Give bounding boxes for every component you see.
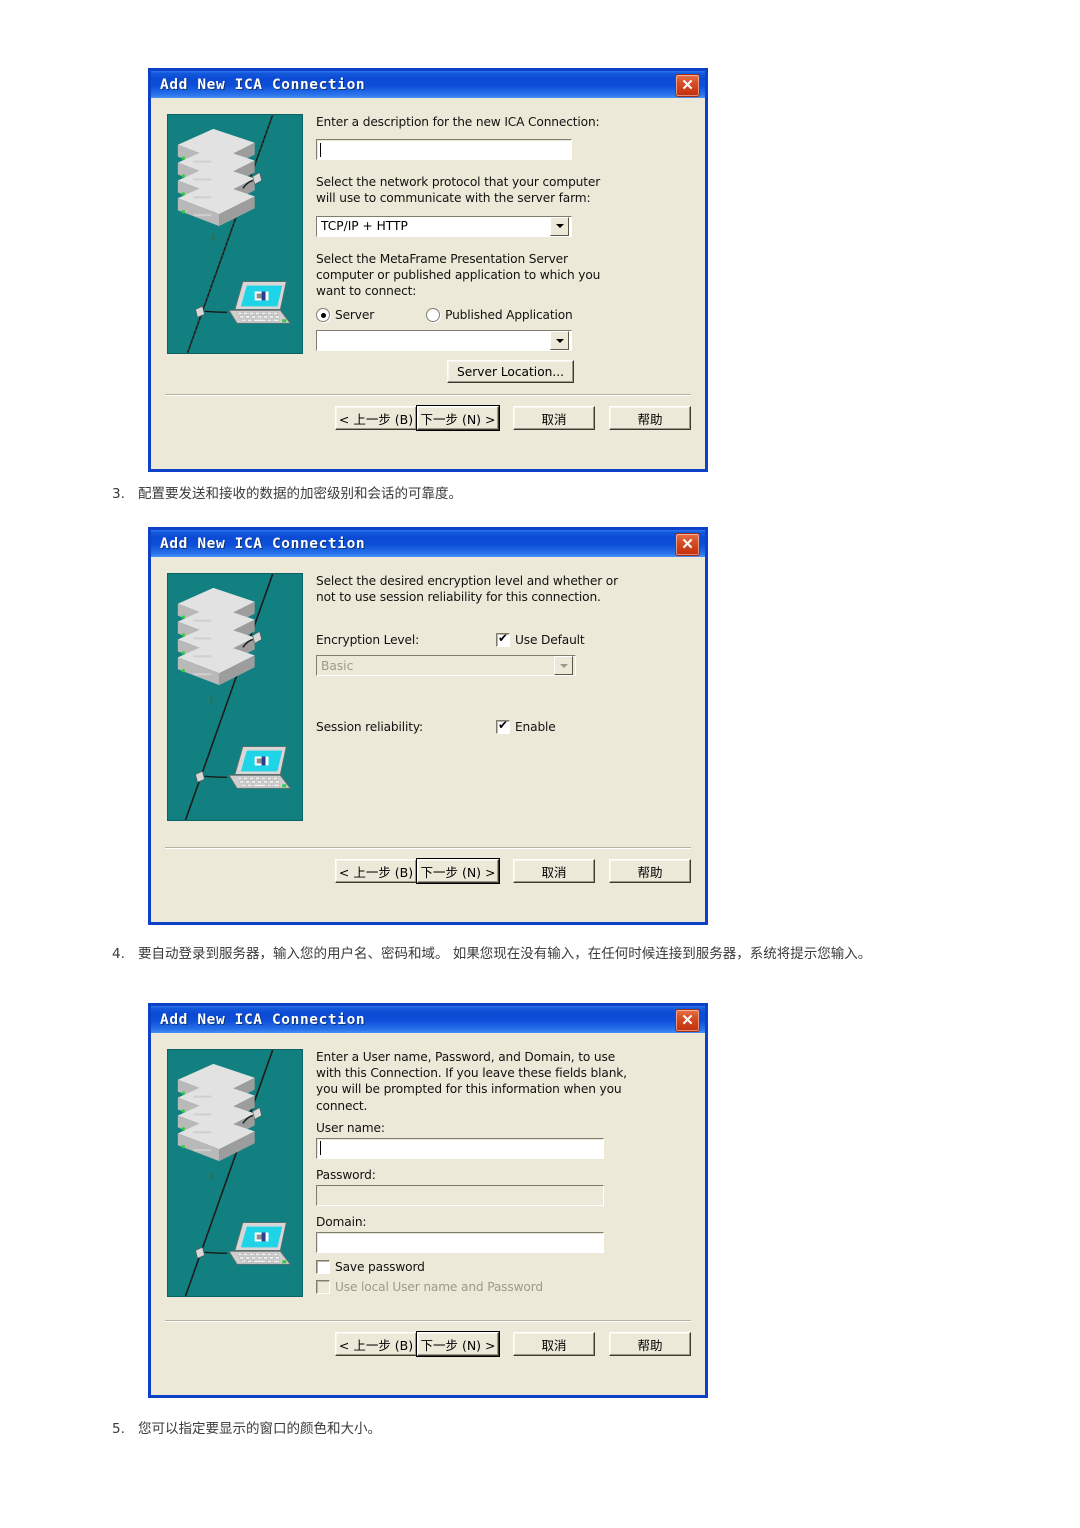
- back-button[interactable]: < 上一步 (B): [335, 406, 417, 430]
- illustration-server-laptop: [167, 1049, 303, 1297]
- content-area: Enter a User name, Password, and Domain,…: [316, 1049, 691, 1294]
- next-button[interactable]: 下一步 (N) >: [416, 405, 500, 431]
- domain-label: Domain:: [316, 1214, 367, 1229]
- close-glyph: ✕: [681, 536, 694, 553]
- step-number: 3.: [112, 486, 125, 502]
- footer-divider: [165, 1320, 691, 1322]
- help-button[interactable]: 帮助: [609, 406, 691, 430]
- enable-checkbox[interactable]: ✔: [496, 719, 510, 735]
- close-icon[interactable]: ✕: [675, 533, 700, 556]
- encryption-level-value: Basic: [321, 658, 354, 673]
- dialog-body: Enter a description for the new ICA Conn…: [151, 98, 705, 469]
- content-area: Enter a description for the new ICA Conn…: [316, 114, 691, 384]
- next-button[interactable]: 下一步 (N) >: [416, 858, 500, 884]
- server-location-button[interactable]: Server Location...: [446, 360, 574, 384]
- help-button[interactable]: 帮助: [609, 859, 691, 883]
- domain-input[interactable]: [316, 1231, 604, 1253]
- protocol-select[interactable]: TCP/IP + HTTP: [316, 215, 572, 237]
- use-default-label: Use Default: [515, 633, 585, 648]
- cancel-button[interactable]: 取消: [513, 1332, 595, 1356]
- step-text: 您可以指定要显示的窗口的颜色和大小。: [138, 1421, 381, 1437]
- save-password-label: Save password: [335, 1259, 425, 1274]
- dialog-body: Select the desired encryption level and …: [151, 557, 705, 922]
- titlebar: Add New ICA Connection ✕: [151, 527, 705, 557]
- step-item-3: 3. 配置要发送和接收的数据的加密级别和会话的可靠度。: [112, 484, 952, 506]
- content-area: Select the desired encryption level and …: [316, 573, 691, 735]
- help-button[interactable]: 帮助: [609, 1332, 691, 1356]
- footer-divider: [165, 394, 691, 396]
- save-password-checkbox-row: Save password: [316, 1259, 691, 1274]
- window-title: Add New ICA Connection: [160, 76, 366, 93]
- radio-server[interactable]: [316, 308, 330, 323]
- dialog-body: Enter a User name, Password, and Domain,…: [151, 1033, 705, 1395]
- window-title: Add New ICA Connection: [160, 535, 366, 552]
- step-number: 4.: [112, 946, 125, 962]
- illustration-server-laptop: [167, 114, 303, 354]
- next-button[interactable]: 下一步 (N) >: [416, 1331, 500, 1357]
- encryption-level-select[interactable]: Basic: [316, 655, 576, 677]
- step-text: 要自动登录到服务器，输入您的用户名、密码和域。 如果您现在没有输入，在任何时候连…: [138, 946, 872, 962]
- save-password-checkbox[interactable]: [316, 1259, 330, 1274]
- illustration-graphic: [168, 1050, 302, 1296]
- use-default-checkbox[interactable]: ✔: [496, 632, 510, 648]
- footer-divider: [165, 847, 691, 849]
- close-icon[interactable]: ✕: [675, 1009, 700, 1032]
- target-label: Select the MetaFrame Presentation Server…: [316, 251, 601, 299]
- dialog-button-bar: < 上一步 (B) 下一步 (N) > 取消 帮助: [335, 405, 691, 431]
- username-label: User name:: [316, 1120, 385, 1135]
- titlebar: Add New ICA Connection ✕: [151, 68, 705, 98]
- dialog-add-ica-connection-step2: Add New ICA Connection ✕ Select the desi…: [148, 527, 708, 925]
- dialog2-description: Select the desired encryption level and …: [316, 574, 618, 605]
- dialog3-description: Enter a User name, Password, and Domain,…: [316, 1050, 627, 1113]
- encryption-level-label: Encryption Level:: [316, 633, 420, 648]
- password-label: Password:: [316, 1167, 376, 1182]
- chevron-down-icon[interactable]: [550, 216, 569, 236]
- radio-published-application-label: Published Application: [445, 308, 573, 323]
- password-input[interactable]: [316, 1184, 604, 1206]
- back-button[interactable]: < 上一步 (B): [335, 859, 417, 883]
- window-title: Add New ICA Connection: [160, 1011, 366, 1028]
- step-text: 配置要发送和接收的数据的加密级别和会话的可靠度。: [138, 486, 462, 502]
- step-item-4: 4. 要自动登录到服务器，输入您的用户名、密码和域。 如果您现在没有输入，在任何…: [112, 944, 878, 966]
- dialog-add-ica-connection-step3: Add New ICA Connection ✕ Enter a User na…: [148, 1003, 708, 1398]
- text-caret: [320, 142, 321, 157]
- use-local-credentials-checkbox-row: Use local User name and Password: [316, 1279, 691, 1294]
- close-glyph: ✕: [681, 77, 694, 94]
- description-input[interactable]: [316, 139, 572, 161]
- use-default-checkbox-row: ✔ Use Default: [496, 632, 585, 648]
- titlebar: Add New ICA Connection ✕: [151, 1003, 705, 1033]
- dialog-button-bar: < 上一步 (B) 下一步 (N) > 取消 帮助: [335, 1331, 691, 1357]
- enable-checkbox-row: ✔ Enable: [496, 719, 556, 735]
- cancel-button[interactable]: 取消: [513, 859, 595, 883]
- use-local-credentials-checkbox: [316, 1279, 330, 1294]
- text-caret: [320, 1141, 321, 1156]
- back-button[interactable]: < 上一步 (B): [335, 1332, 417, 1356]
- server-select[interactable]: [316, 330, 572, 352]
- step-item-5: 5. 您可以指定要显示的窗口的颜色和大小。: [112, 1419, 952, 1441]
- enable-label: Enable: [515, 720, 556, 735]
- protocol-label: Select the network protocol that your co…: [316, 175, 601, 206]
- illustration-graphic: [168, 574, 302, 820]
- description-label: Enter a description for the new ICA Conn…: [316, 115, 600, 129]
- radio-published-application[interactable]: [426, 308, 441, 323]
- use-local-credentials-label: Use local User name and Password: [335, 1279, 543, 1294]
- dialog-add-ica-connection-step1: Add New ICA Connection ✕ Enter a descrip…: [148, 68, 708, 472]
- close-glyph: ✕: [681, 1012, 694, 1029]
- cancel-button[interactable]: 取消: [513, 406, 595, 430]
- radio-server-label: Server: [335, 308, 375, 323]
- protocol-value: TCP/IP + HTTP: [321, 219, 408, 234]
- illustration-server-laptop: [167, 573, 303, 821]
- dialog-button-bar: < 上一步 (B) 下一步 (N) > 取消 帮助: [335, 858, 691, 884]
- chevron-down-icon[interactable]: [550, 331, 569, 351]
- chevron-down-icon: [554, 656, 573, 676]
- close-icon[interactable]: ✕: [675, 74, 700, 97]
- step-number: 5.: [112, 1421, 125, 1437]
- connection-type-radio-group: Server Published Application: [316, 308, 691, 323]
- illustration-graphic: [168, 115, 302, 353]
- session-reliability-label: Session reliability:: [316, 720, 423, 735]
- username-input[interactable]: [316, 1137, 604, 1159]
